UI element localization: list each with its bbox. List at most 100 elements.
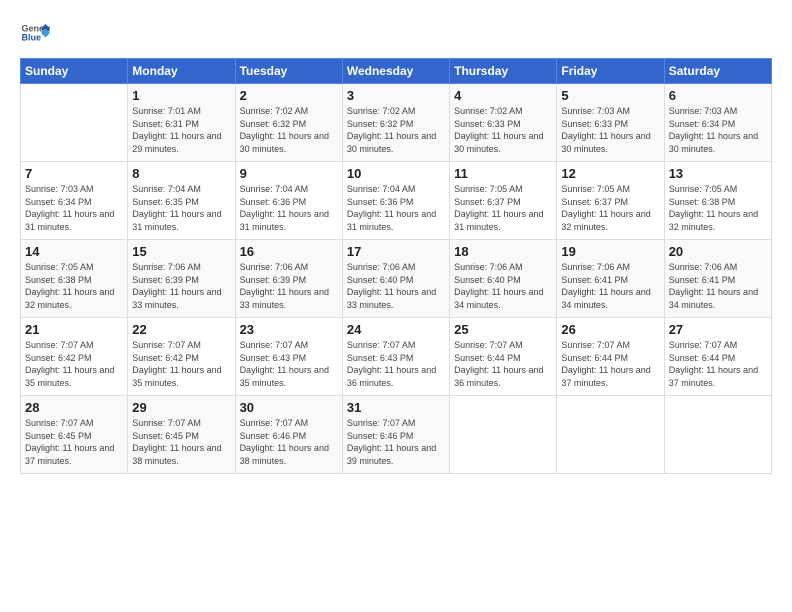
day-number: 19 [561,244,659,259]
day-info: Sunrise: 7:07 AMSunset: 6:42 PMDaylight:… [25,339,123,389]
day-info: Sunrise: 7:03 AMSunset: 6:34 PMDaylight:… [669,105,767,155]
day-info: Sunrise: 7:02 AMSunset: 6:33 PMDaylight:… [454,105,552,155]
calendar-week-row: 1Sunrise: 7:01 AMSunset: 6:31 PMDaylight… [21,84,772,162]
calendar-cell: 28 Sunrise: 7:07 AMSunset: 6:45 PMDayligh… [21,396,128,474]
calendar-cell: 9 Sunrise: 7:04 AMSunset: 6:36 PMDaylight… [235,162,342,240]
day-number: 14 [25,244,123,259]
calendar-cell: 2 Sunrise: 7:02 AMSunset: 6:32 PMDaylight… [235,84,342,162]
calendar-cell: 3 Sunrise: 7:02 AMSunset: 6:32 PMDaylight… [342,84,449,162]
day-info: Sunrise: 7:07 AMSunset: 6:46 PMDaylight:… [347,417,445,467]
day-number: 22 [132,322,230,337]
calendar-cell: 26Sunrise: 7:07 AMSunset: 6:44 PMDayligh… [557,318,664,396]
calendar-cell: 18Sunrise: 7:06 AMSunset: 6:40 PMDayligh… [450,240,557,318]
calendar-cell: 19 Sunrise: 7:06 AMSunset: 6:41 PMDayligh… [557,240,664,318]
day-info: Sunrise: 7:07 AMSunset: 6:45 PMDaylight:… [25,417,123,467]
day-info: Sunrise: 7:06 AMSunset: 6:39 PMDaylight:… [132,261,230,311]
day-number: 13 [669,166,767,181]
calendar-cell: 17 Sunrise: 7:06 AMSunset: 6:40 PMDayligh… [342,240,449,318]
day-number: 2 [240,88,338,103]
calendar-cell: 27 Sunrise: 7:07 AMSunset: 6:44 PMDayligh… [664,318,771,396]
day-number: 30 [240,400,338,415]
day-info: Sunrise: 7:07 AMSunset: 6:45 PMDaylight:… [132,417,230,467]
day-number: 5 [561,88,659,103]
day-info: Sunrise: 7:06 AMSunset: 6:40 PMDaylight:… [454,261,552,311]
day-info: Sunrise: 7:07 AMSunset: 6:44 PMDaylight:… [669,339,767,389]
weekday-header-saturday: Saturday [664,59,771,84]
calendar-week-row: 28 Sunrise: 7:07 AMSunset: 6:45 PMDayligh… [21,396,772,474]
page: General Blue SundayMondayTuesdayWednesda… [0,0,792,612]
day-info: Sunrise: 7:05 AMSunset: 6:38 PMDaylight:… [669,183,767,233]
calendar-cell: 7Sunrise: 7:03 AMSunset: 6:34 PMDaylight… [21,162,128,240]
day-number: 27 [669,322,767,337]
day-number: 25 [454,322,552,337]
day-info: Sunrise: 7:07 AMSunset: 6:44 PMDaylight:… [454,339,552,389]
day-number: 9 [240,166,338,181]
weekday-header-row: SundayMondayTuesdayWednesdayThursdayFrid… [21,59,772,84]
calendar-cell: 21Sunrise: 7:07 AMSunset: 6:42 PMDayligh… [21,318,128,396]
day-info: Sunrise: 7:07 AMSunset: 6:43 PMDaylight:… [240,339,338,389]
day-number: 11 [454,166,552,181]
calendar-table: SundayMondayTuesdayWednesdayThursdayFrid… [20,58,772,474]
logo-icon: General Blue [20,18,50,48]
day-number: 16 [240,244,338,259]
calendar-cell [557,396,664,474]
day-number: 31 [347,400,445,415]
weekday-header-monday: Monday [128,59,235,84]
calendar-week-row: 7Sunrise: 7:03 AMSunset: 6:34 PMDaylight… [21,162,772,240]
day-number: 26 [561,322,659,337]
day-number: 3 [347,88,445,103]
day-info: Sunrise: 7:01 AMSunset: 6:31 PMDaylight:… [132,105,230,155]
calendar-cell: 31 Sunrise: 7:07 AMSunset: 6:46 PMDayligh… [342,396,449,474]
calendar-week-row: 21Sunrise: 7:07 AMSunset: 6:42 PMDayligh… [21,318,772,396]
day-number: 8 [132,166,230,181]
day-number: 12 [561,166,659,181]
calendar-cell: 29 Sunrise: 7:07 AMSunset: 6:45 PMDayligh… [128,396,235,474]
day-info: Sunrise: 7:05 AMSunset: 6:37 PMDaylight:… [454,183,552,233]
day-info: Sunrise: 7:05 AMSunset: 6:37 PMDaylight:… [561,183,659,233]
calendar-cell: 5 Sunrise: 7:03 AMSunset: 6:33 PMDaylight… [557,84,664,162]
weekday-header-thursday: Thursday [450,59,557,84]
weekday-header-tuesday: Tuesday [235,59,342,84]
calendar-cell: 1Sunrise: 7:01 AMSunset: 6:31 PMDaylight… [128,84,235,162]
calendar-cell: 14 Sunrise: 7:05 AMSunset: 6:38 PMDayligh… [21,240,128,318]
calendar-cell: 13 Sunrise: 7:05 AMSunset: 6:38 PMDayligh… [664,162,771,240]
calendar-cell [664,396,771,474]
day-info: Sunrise: 7:02 AMSunset: 6:32 PMDaylight:… [240,105,338,155]
calendar-cell [21,84,128,162]
day-info: Sunrise: 7:04 AMSunset: 6:36 PMDaylight:… [240,183,338,233]
day-number: 28 [25,400,123,415]
day-info: Sunrise: 7:02 AMSunset: 6:32 PMDaylight:… [347,105,445,155]
day-info: Sunrise: 7:06 AMSunset: 6:40 PMDaylight:… [347,261,445,311]
day-info: Sunrise: 7:04 AMSunset: 6:35 PMDaylight:… [132,183,230,233]
day-info: Sunrise: 7:07 AMSunset: 6:43 PMDaylight:… [347,339,445,389]
calendar-cell: 23 Sunrise: 7:07 AMSunset: 6:43 PMDayligh… [235,318,342,396]
calendar-cell: 15 Sunrise: 7:06 AMSunset: 6:39 PMDayligh… [128,240,235,318]
logo: General Blue [20,18,50,48]
weekday-header-sunday: Sunday [21,59,128,84]
day-info: Sunrise: 7:04 AMSunset: 6:36 PMDaylight:… [347,183,445,233]
calendar-cell: 16Sunrise: 7:06 AMSunset: 6:39 PMDayligh… [235,240,342,318]
weekday-header-friday: Friday [557,59,664,84]
day-info: Sunrise: 7:06 AMSunset: 6:41 PMDaylight:… [561,261,659,311]
calendar-cell [450,396,557,474]
calendar-cell: 4 Sunrise: 7:02 AMSunset: 6:33 PMDaylight… [450,84,557,162]
calendar-cell: 22 Sunrise: 7:07 AMSunset: 6:42 PMDayligh… [128,318,235,396]
calendar-cell: 20Sunrise: 7:06 AMSunset: 6:41 PMDayligh… [664,240,771,318]
day-number: 17 [347,244,445,259]
day-info: Sunrise: 7:03 AMSunset: 6:34 PMDaylight:… [25,183,123,233]
day-number: 6 [669,88,767,103]
calendar-cell: 30Sunrise: 7:07 AMSunset: 6:46 PMDayligh… [235,396,342,474]
day-number: 29 [132,400,230,415]
calendar-cell: 12 Sunrise: 7:05 AMSunset: 6:37 PMDayligh… [557,162,664,240]
calendar-cell: 6 Sunrise: 7:03 AMSunset: 6:34 PMDaylight… [664,84,771,162]
day-info: Sunrise: 7:03 AMSunset: 6:33 PMDaylight:… [561,105,659,155]
day-info: Sunrise: 7:07 AMSunset: 6:42 PMDaylight:… [132,339,230,389]
day-number: 4 [454,88,552,103]
calendar-cell: 10Sunrise: 7:04 AMSunset: 6:36 PMDayligh… [342,162,449,240]
header: General Blue [20,18,772,48]
day-number: 15 [132,244,230,259]
day-info: Sunrise: 7:05 AMSunset: 6:38 PMDaylight:… [25,261,123,311]
calendar-cell: 25 Sunrise: 7:07 AMSunset: 6:44 PMDayligh… [450,318,557,396]
calendar-cell: 24Sunrise: 7:07 AMSunset: 6:43 PMDayligh… [342,318,449,396]
day-number: 23 [240,322,338,337]
